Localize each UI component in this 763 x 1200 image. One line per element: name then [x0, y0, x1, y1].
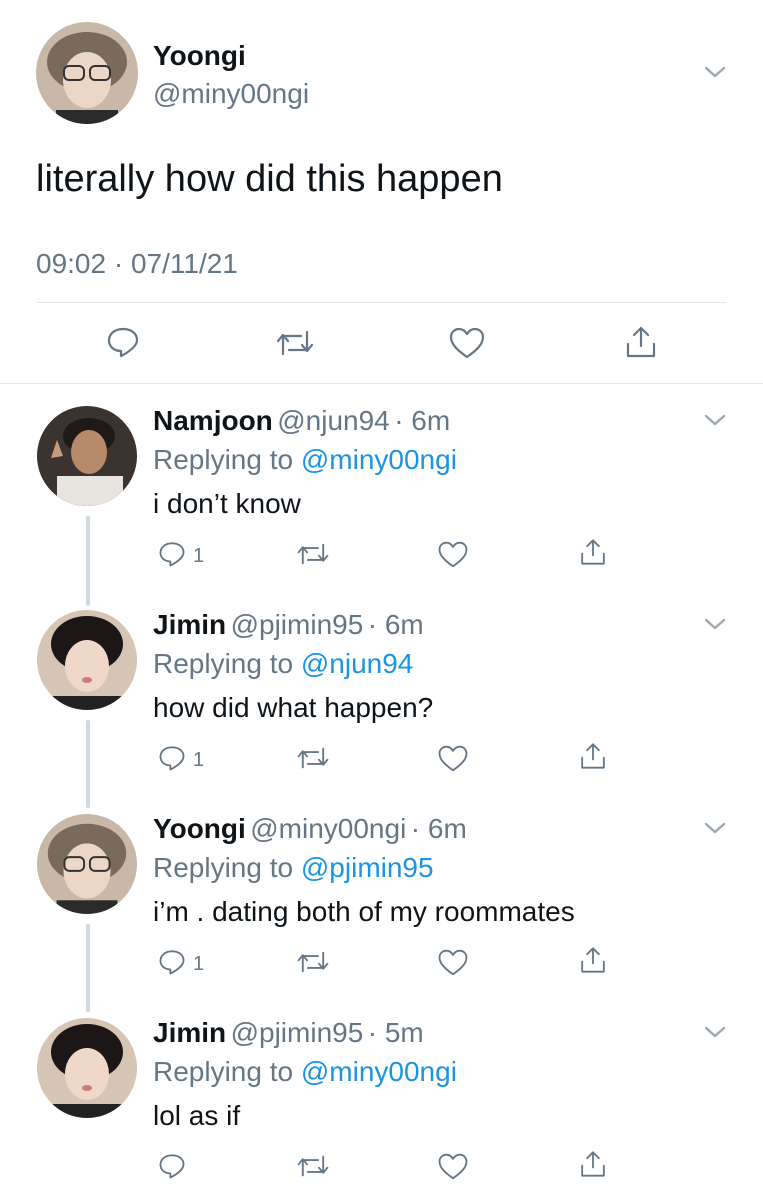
like-icon[interactable]	[437, 540, 469, 569]
reply-text: i’m . dating both of my roommates	[153, 896, 575, 927]
thread-line	[86, 924, 90, 1012]
tweet-text: literally how did this happen	[36, 158, 503, 200]
reply-icon[interactable]	[158, 948, 186, 976]
like-icon[interactable]	[448, 326, 486, 360]
replying-to-link[interactable]: @pjimin95	[301, 852, 434, 883]
reply-icon[interactable]	[158, 540, 186, 568]
handle[interactable]: @miny00ngi	[153, 78, 309, 110]
display-name[interactable]: Yoongi	[153, 40, 246, 72]
like-icon[interactable]	[437, 948, 469, 977]
avatar[interactable]	[37, 610, 137, 710]
like-icon[interactable]	[437, 744, 469, 773]
relative-time[interactable]: · 6m	[368, 609, 424, 640]
share-icon[interactable]	[578, 1149, 608, 1179]
handle[interactable]: @miny00ngi	[250, 813, 406, 844]
display-name[interactable]: Jimin	[153, 1017, 226, 1048]
avatar[interactable]	[36, 22, 138, 124]
reply-icon[interactable]	[106, 326, 140, 358]
replying-to-link[interactable]: @njun94	[301, 648, 414, 679]
display-name[interactable]: Jimin	[153, 609, 226, 640]
relative-time[interactable]: · 6m	[394, 405, 450, 436]
retweet-icon[interactable]	[296, 949, 330, 975]
thread-line	[86, 516, 90, 606]
display-name[interactable]: Yoongi	[153, 813, 246, 844]
reply-text: how did what happen?	[153, 692, 434, 723]
replying-to-link[interactable]: @miny00ngi	[301, 1056, 457, 1087]
avatar[interactable]	[37, 1018, 137, 1118]
relative-time[interactable]: · 5m	[368, 1017, 424, 1048]
reply-icon[interactable]	[158, 1152, 186, 1180]
chevron-down-icon[interactable]	[703, 818, 727, 838]
chevron-down-icon[interactable]	[703, 1022, 727, 1042]
divider	[0, 383, 763, 384]
retweet-icon[interactable]	[275, 328, 315, 358]
handle[interactable]: @pjimin95	[231, 609, 364, 640]
replying-to-link[interactable]: @miny00ngi	[301, 444, 457, 475]
reply-icon[interactable]	[158, 744, 186, 772]
share-icon[interactable]	[578, 537, 608, 567]
share-icon[interactable]	[578, 945, 608, 975]
reply-count: 1	[193, 953, 205, 975]
share-icon[interactable]	[623, 324, 659, 360]
replying-to-label: Replying to	[153, 1056, 294, 1087]
share-icon[interactable]	[578, 741, 608, 771]
timestamp[interactable]: 09:02 · 07/11/21	[36, 248, 238, 280]
reply-count: 1	[193, 545, 205, 567]
display-name[interactable]: Namjoon	[153, 405, 273, 436]
handle[interactable]: @njun94	[277, 405, 390, 436]
reply-text: i don’t know	[153, 488, 301, 519]
replying-to-label: Replying to	[153, 852, 294, 883]
chevron-down-icon[interactable]	[703, 614, 727, 634]
thread-line	[86, 720, 90, 808]
chevron-down-icon[interactable]	[703, 410, 727, 430]
avatar[interactable]	[37, 814, 137, 914]
retweet-icon[interactable]	[296, 745, 330, 771]
reply-text: lol as if	[153, 1100, 241, 1131]
replying-to-label: Replying to	[153, 648, 294, 679]
chevron-down-icon[interactable]	[703, 62, 727, 82]
relative-time[interactable]: · 6m	[411, 813, 467, 844]
replying-to-label: Replying to	[153, 444, 294, 475]
reply-count: 1	[193, 749, 205, 771]
handle[interactable]: @pjimin95	[231, 1017, 364, 1048]
divider	[36, 302, 726, 303]
retweet-icon[interactable]	[296, 1153, 330, 1179]
like-icon[interactable]	[437, 1152, 469, 1181]
retweet-icon[interactable]	[296, 541, 330, 567]
avatar[interactable]	[37, 406, 137, 506]
